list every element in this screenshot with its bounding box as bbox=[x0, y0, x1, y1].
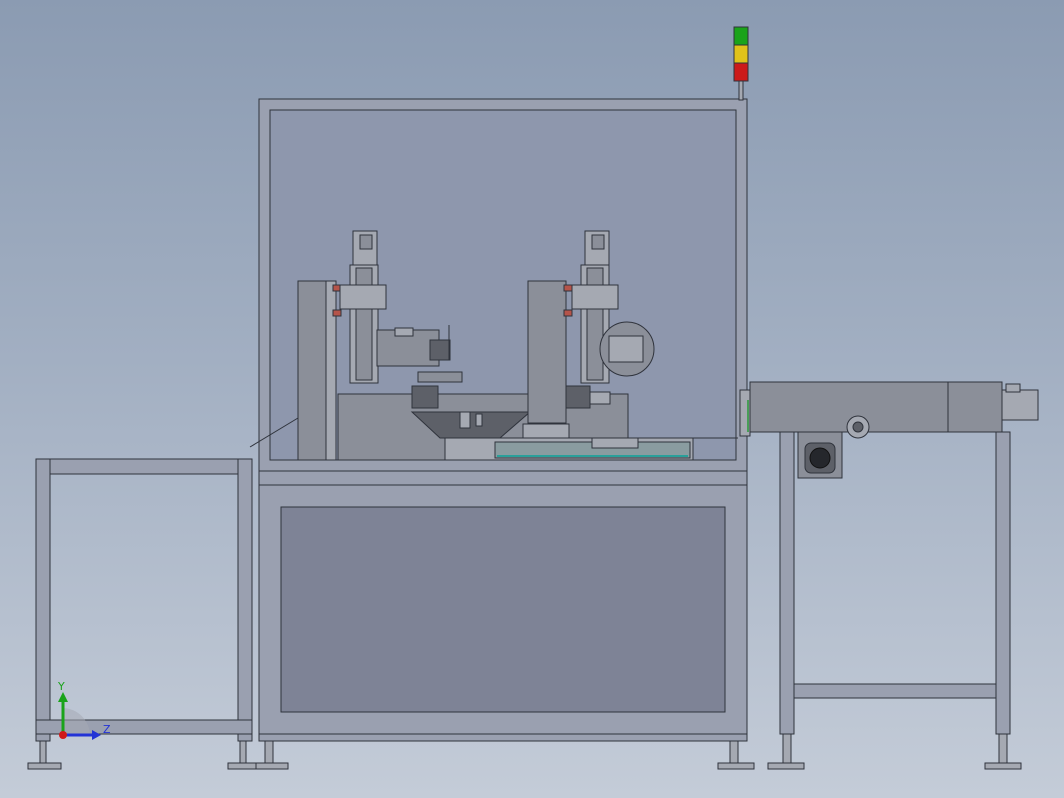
triad-z-label: Z bbox=[103, 723, 111, 736]
cabinet-door bbox=[280, 506, 726, 713]
stack-light bbox=[733, 26, 749, 101]
coordinate-triad: Y Z bbox=[57, 680, 111, 740]
cad-viewport[interactable]: .ln { stroke:#2f333c; stroke-width:1; fi… bbox=[0, 0, 1064, 798]
right-column bbox=[527, 280, 567, 424]
triad-y-label: Y bbox=[57, 680, 65, 693]
assembly-drawing: .ln { stroke:#2f333c; stroke-width:1; fi… bbox=[27, 26, 1039, 770]
conveyor-body bbox=[749, 381, 1003, 433]
right-conveyor bbox=[739, 381, 1039, 770]
